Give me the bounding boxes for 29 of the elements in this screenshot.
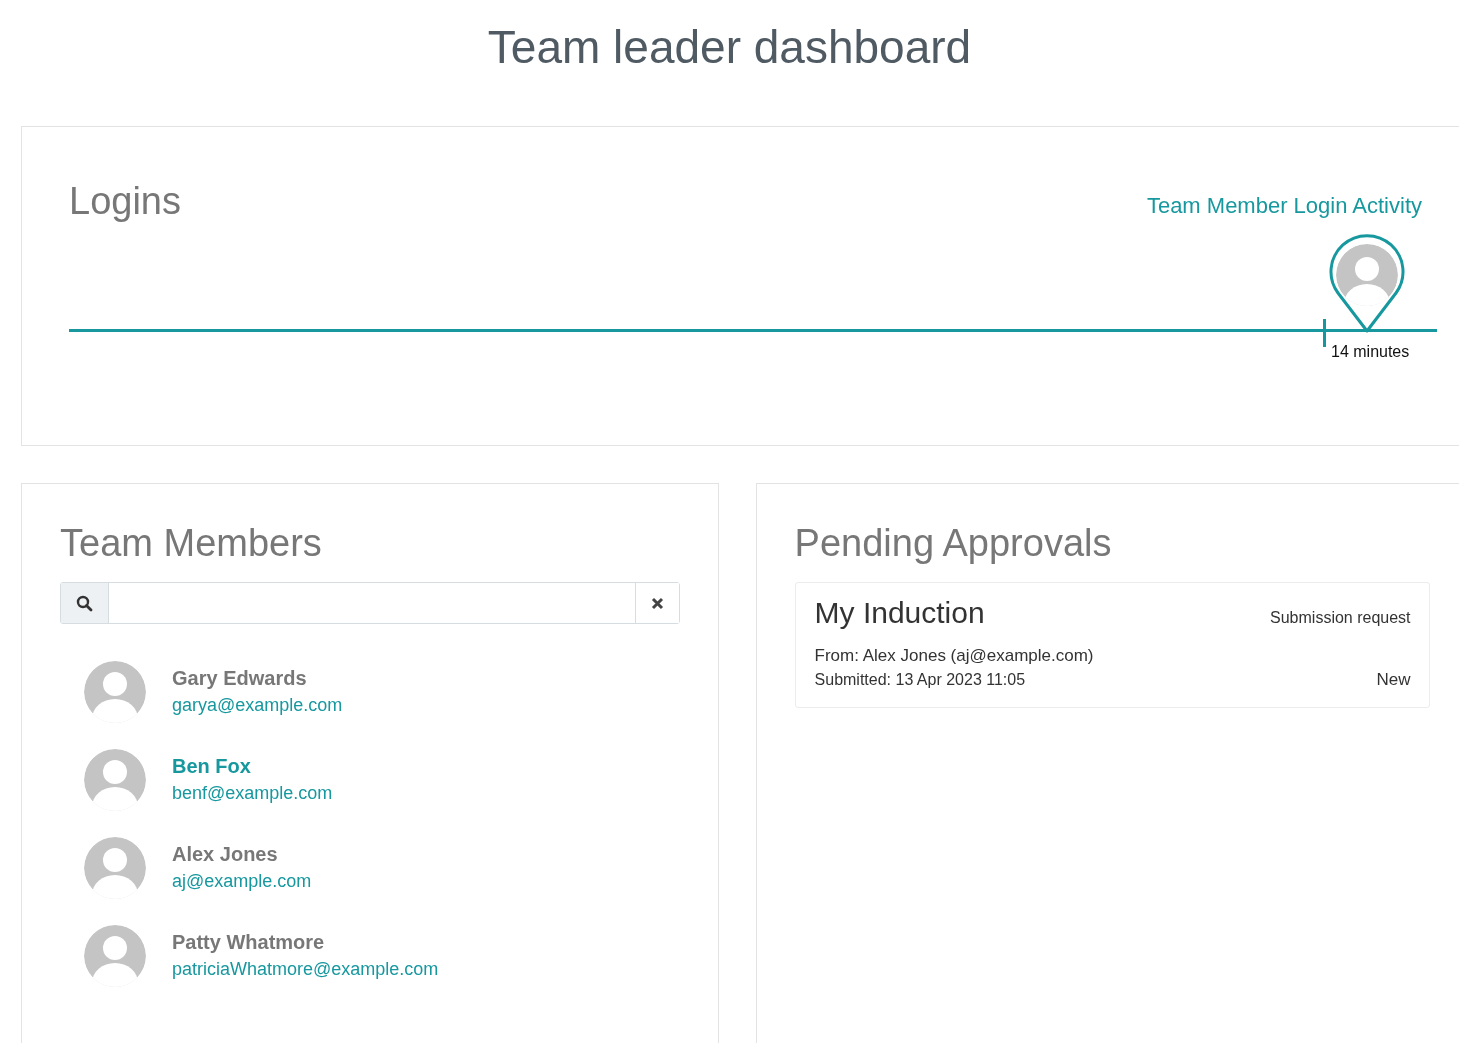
page-title: Team leader dashboard (487, 20, 972, 74)
approval-card[interactable]: My Induction Submission request From: Alex Jones (aj@example.com) Submitted: 13 Apr 2023 11:05 New (794, 582, 1430, 708)
section-title: Logins (69, 179, 181, 224)
request-type: Submission request (1270, 609, 1411, 627)
section-title: Team Members (60, 521, 323, 566)
avatar-icon (84, 837, 146, 899)
member-email-link[interactable]: patriciaWhatmore@example.com (172, 955, 439, 983)
member-name[interactable]: Alex Jones (172, 841, 278, 867)
member-email-link[interactable]: garya@example.com (172, 691, 343, 719)
status-text: New (1376, 670, 1411, 690)
member-name[interactable]: Ben Fox (172, 753, 251, 779)
approval-title: My Induction (814, 595, 985, 631)
search-button[interactable] (61, 583, 109, 623)
member-email-link[interactable]: aj@example.com (172, 867, 312, 895)
member-name[interactable]: Gary Edwards (172, 665, 307, 691)
search-field[interactable] (60, 582, 680, 624)
clear-button[interactable] (634, 583, 679, 623)
submitted-date: Submitted: 13 Apr 2023 11:05 (814, 670, 1026, 690)
close-icon (650, 596, 664, 610)
avatar-icon (84, 925, 146, 987)
member-name[interactable]: Patty Whatmore (172, 929, 325, 955)
avatar-icon (84, 749, 146, 811)
search-icon (76, 594, 93, 612)
login-activity-link[interactable]: Team Member Login Activity (1146, 193, 1422, 219)
time-label: 14 minutes (1331, 343, 1410, 361)
section-title: Pending Approvals (794, 521, 1113, 566)
sender-text: From: Alex Jones (aj@example.com) (814, 645, 1095, 667)
avatar-icon (84, 661, 146, 723)
member-email-link[interactable]: benf@example.com (172, 779, 333, 807)
